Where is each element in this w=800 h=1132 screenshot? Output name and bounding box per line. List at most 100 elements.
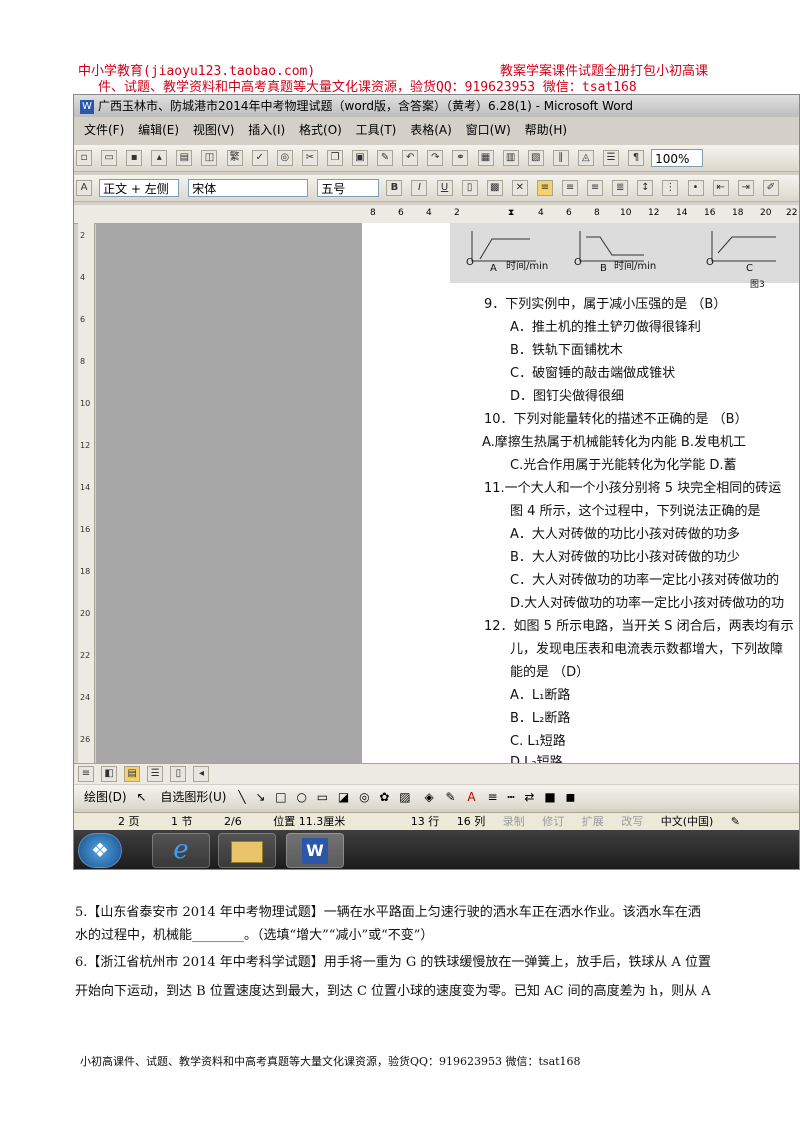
menu-format[interactable]: 格式(O) — [299, 123, 342, 137]
line-style-icon[interactable]: ≡ — [487, 790, 497, 804]
status-trk[interactable]: 修订 — [542, 815, 564, 828]
draw-menu-button[interactable]: 绘图(D) — [84, 790, 127, 804]
picture-icon[interactable]: ▨ — [399, 790, 410, 804]
menu-window[interactable]: 窗口(W) — [466, 123, 511, 137]
cut-icon[interactable]: ✂ — [301, 150, 318, 166]
shadow-icon[interactable]: ■ — [544, 790, 555, 804]
menu-help[interactable]: 帮助(H) — [525, 123, 567, 137]
styles-pane-icon[interactable]: A — [76, 180, 92, 196]
print-preview-icon[interactable]: ◫ — [201, 150, 218, 166]
menu-table[interactable]: 表格(A) — [410, 123, 452, 137]
dash-style-icon[interactable]: ┅ — [507, 790, 514, 804]
columns-icon[interactable]: ∥ — [552, 150, 569, 166]
3d-icon[interactable]: ◼ — [565, 790, 575, 804]
spelling-status-icon[interactable]: ✎ — [731, 815, 740, 828]
ruler-number: 4 — [538, 208, 544, 218]
menu-file[interactable]: 文件(F) — [84, 123, 124, 137]
start-button[interactable]: ❖ — [78, 833, 122, 868]
vertical-ruler[interactable]: 2 4 6 8 10 12 14 16 18 20 22 24 26 — [78, 223, 95, 763]
web-view-icon[interactable]: ◧ — [101, 766, 118, 782]
italic-button[interactable]: I — [411, 180, 428, 196]
normal-view-icon[interactable]: ≡ — [78, 766, 94, 782]
q5-line1: 5.【山东省泰安市 2014 年中考物理试题】一辆在水平路面上匀速行驶的洒水车正… — [75, 905, 701, 920]
align-center-icon[interactable]: ≡ — [562, 180, 579, 196]
save-icon[interactable]: ▪ — [126, 150, 143, 166]
char-shading-icon[interactable]: ▩ — [486, 180, 503, 196]
new-icon[interactable]: ▫ — [76, 150, 92, 166]
underline-button[interactable]: U — [436, 180, 453, 196]
figure-label: O — [706, 257, 714, 268]
menu-insert[interactable]: 插入(I) — [248, 123, 285, 137]
line-icon[interactable]: ╲ — [238, 790, 245, 804]
scroll-left-icon[interactable]: ◂ — [193, 766, 210, 782]
textbox-icon[interactable]: ▭ — [317, 790, 328, 804]
show-hide-icon[interactable]: ¶ — [628, 150, 645, 166]
font-color-button[interactable]: A — [467, 790, 475, 804]
insert-table-icon[interactable]: ▥ — [502, 150, 519, 166]
q6-line1: 6.【浙江省杭州市 2014 年中考科学试题】用手将一重为 G 的铁球缓慢放在一… — [75, 955, 712, 970]
decrease-indent-icon[interactable]: ⇤ — [712, 180, 729, 196]
vruler-number: 2 — [80, 231, 86, 240]
clipart-icon[interactable]: ✿ — [379, 790, 389, 804]
rectangle-icon[interactable]: □ — [275, 790, 286, 804]
char-scale-icon[interactable]: ✕ — [511, 180, 528, 196]
paste-icon[interactable]: ▣ — [352, 150, 369, 166]
font-size-select[interactable]: 五号 — [317, 179, 380, 197]
bullets-icon[interactable]: • — [687, 180, 704, 196]
status-ext[interactable]: 扩展 — [582, 815, 604, 828]
diagram-icon[interactable]: ◎ — [359, 790, 369, 804]
font-select[interactable]: 宋体 — [188, 179, 309, 197]
taskbar-word-button[interactable]: W — [286, 833, 344, 868]
autoshapes-button[interactable]: 自选图形(U) — [160, 790, 226, 804]
figure-label: 时间/min — [614, 261, 657, 272]
justify-icon[interactable]: ≣ — [612, 180, 629, 196]
spelling-icon[interactable]: ✓ — [251, 150, 268, 166]
menu-edit[interactable]: 编辑(E) — [138, 123, 179, 137]
status-rec[interactable]: 录制 — [503, 815, 525, 828]
menu-tools[interactable]: 工具(T) — [356, 123, 397, 137]
copy-icon[interactable]: ❐ — [326, 150, 343, 166]
select-objects-icon[interactable]: ↖ — [136, 790, 146, 804]
doc-line: B．L₂断路 — [510, 711, 571, 726]
tables-borders-icon[interactable]: ▦ — [477, 150, 494, 166]
char-border-icon[interactable]: ▯ — [461, 180, 478, 196]
reading-view-icon[interactable]: ▯ — [170, 766, 187, 782]
menu-view[interactable]: 视图(V) — [193, 123, 235, 137]
taskbar-ie-button[interactable]: e — [152, 833, 210, 868]
wordart-icon[interactable]: ◪ — [338, 790, 349, 804]
align-right-icon[interactable]: ≡ — [587, 180, 604, 196]
highlight-icon[interactable]: ✐ — [762, 180, 779, 196]
style-select[interactable]: 正文 + 左侧 — [99, 179, 180, 197]
align-left-icon[interactable]: ≡ — [536, 180, 553, 196]
bold-button[interactable]: B — [386, 180, 403, 196]
horizontal-ruler[interactable]: 8 6 4 2 ⧗ 4 6 8 10 12 14 16 18 20 22 — [74, 205, 799, 224]
line-spacing-icon[interactable]: ↕ — [637, 180, 654, 196]
arrow-icon[interactable]: ↘ — [255, 790, 265, 804]
outline-view-icon[interactable]: ☰ — [147, 766, 164, 782]
fill-color-icon[interactable]: ◈ — [424, 790, 433, 804]
numbering-icon[interactable]: ⋮ — [662, 180, 679, 196]
format-painter-icon[interactable]: ✎ — [377, 150, 394, 166]
status-ovr[interactable]: 改写 — [621, 815, 643, 828]
open-icon[interactable]: ▭ — [101, 150, 118, 166]
document-page[interactable]: O A 时间/min O B 时间/min O C 图3 9．下列实例中，属于减… — [362, 223, 799, 770]
indent-marker-icon[interactable]: ⧗ — [508, 208, 514, 218]
undo-icon[interactable]: ↶ — [402, 150, 419, 166]
oval-icon[interactable]: ○ — [296, 790, 306, 804]
insert-excel-icon[interactable]: ▧ — [527, 150, 544, 166]
print-icon[interactable]: ▤ — [176, 150, 193, 166]
traditional-chinese-button[interactable]: 繁 — [226, 150, 243, 166]
increase-indent-icon[interactable]: ⇥ — [737, 180, 754, 196]
research-icon[interactable]: ◎ — [276, 150, 293, 166]
taskbar-explorer-button[interactable] — [218, 833, 276, 868]
ruler-number: 14 — [676, 208, 688, 218]
print-layout-icon[interactable]: ▤ — [124, 766, 141, 782]
permission-icon[interactable]: ▴ — [151, 150, 168, 166]
line-color-icon[interactable]: ✎ — [446, 790, 456, 804]
redo-icon[interactable]: ↷ — [427, 150, 444, 166]
doc-map-icon[interactable]: ☰ — [602, 150, 619, 166]
hyperlink-icon[interactable]: ⚭ — [452, 150, 469, 166]
zoom-select[interactable]: 100% — [651, 149, 704, 167]
drawing-icon[interactable]: ◬ — [577, 150, 594, 166]
arrow-style-icon[interactable]: ⇄ — [524, 790, 534, 804]
